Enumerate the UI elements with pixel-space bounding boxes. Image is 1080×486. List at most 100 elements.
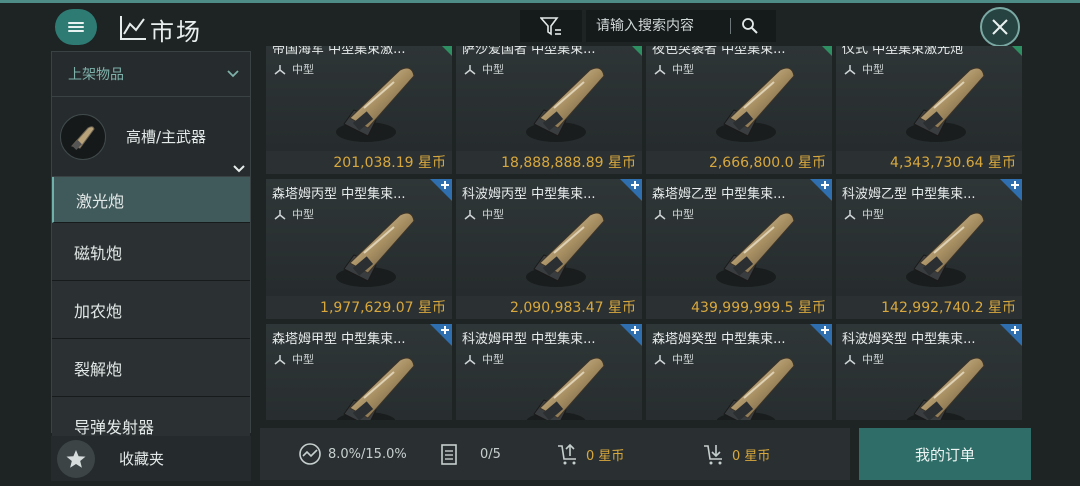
item-name: 科波姆癸型 中型集束... xyxy=(842,332,976,347)
weapon-image xyxy=(716,357,795,420)
sidebar-item-label: 加农炮 xyxy=(74,301,123,321)
item-tier: 中型 xyxy=(844,206,884,222)
sidebar-item-label: 激光炮 xyxy=(76,191,125,211)
item-card[interactable]: 萨沙爱国者 中型集束... 中型 18,888,888.89 星币 xyxy=(456,46,642,174)
item-name: 科波姆丙型 中型集束... xyxy=(462,187,596,202)
weapon-image xyxy=(526,212,605,287)
plus-badge-icon xyxy=(430,324,452,346)
sell-total: 0 星币 xyxy=(556,442,624,466)
check-badge-icon xyxy=(1012,46,1022,56)
buy-total: 0 星币 xyxy=(702,442,770,466)
item-tier-label: 中型 xyxy=(862,63,884,76)
item-card[interactable]: 森塔姆丙型 中型集束... 中型 1,977,629.07 星币 xyxy=(266,179,452,319)
item-tier: 中型 xyxy=(844,351,884,367)
item-tier: 中型 xyxy=(464,351,504,367)
page-title: 市场 xyxy=(150,18,202,46)
item-name: 森塔姆乙型 中型集束... xyxy=(652,187,786,202)
item-tier: 中型 xyxy=(274,351,314,367)
item-card[interactable]: 科波姆丙型 中型集束... 中型 2,090,983.47 星币 xyxy=(456,179,642,319)
item-price: 1,977,629.07 星币 xyxy=(320,300,446,316)
item-tier: 中型 xyxy=(274,206,314,222)
dropdown-label: 上架物品 xyxy=(68,67,124,83)
item-tier-label: 中型 xyxy=(482,353,504,366)
filter-icon xyxy=(540,17,561,36)
bottom-status-bar: 8.0%/15.0% 0/5 0 星币 0 星币 xyxy=(260,428,850,480)
tier-icon xyxy=(274,209,286,220)
item-price: 439,999,999.5 星币 xyxy=(691,300,826,316)
favorites-button[interactable]: 收藏夹 xyxy=(51,436,251,481)
item-card[interactable]: 科波姆甲型 中型集束... 中型 xyxy=(456,324,642,420)
item-tier-label: 中型 xyxy=(482,63,504,76)
close-button[interactable] xyxy=(971,4,1029,50)
item-tier-label: 中型 xyxy=(292,353,314,366)
chart-icon xyxy=(120,16,146,40)
order-count-value: 0/5 xyxy=(480,446,501,462)
tier-icon xyxy=(654,354,666,365)
item-tier-label: 中型 xyxy=(672,63,694,76)
sidebar-item-railgun[interactable]: 磁轨炮 xyxy=(52,223,250,281)
item-price: 4,343,730.64 星币 xyxy=(890,155,1016,171)
sell-value: 0 星币 xyxy=(586,448,625,464)
item-card[interactable]: 夜色突袭者 中型集束... 中型 2,666,800.0 星币 xyxy=(646,46,832,174)
weapon-image xyxy=(906,212,985,287)
search-input[interactable] xyxy=(586,18,726,34)
tier-icon xyxy=(274,354,286,365)
item-name: 森塔姆甲型 中型集束... xyxy=(272,332,406,347)
category-selector[interactable]: 高槽/主武器 xyxy=(52,97,250,177)
weapon-image xyxy=(716,212,795,287)
plus-badge-icon xyxy=(1000,324,1022,346)
top-accent-line xyxy=(0,0,1080,3)
plus-badge-icon xyxy=(1000,179,1022,201)
weapon-image xyxy=(906,357,985,420)
tier-icon xyxy=(464,209,476,220)
weapon-image xyxy=(526,357,605,420)
item-tier: 中型 xyxy=(844,61,884,77)
tier-icon xyxy=(464,354,476,365)
plus-badge-icon xyxy=(620,179,642,201)
item-tier: 中型 xyxy=(464,206,504,222)
sidebar-item-cannon[interactable]: 加农炮 xyxy=(52,281,250,339)
item-tier-label: 中型 xyxy=(862,208,884,221)
tier-icon xyxy=(844,64,856,75)
item-name: 帝国海军 中型集束激... xyxy=(272,46,406,57)
listing-type-dropdown[interactable]: 上架物品 xyxy=(52,52,250,97)
weapon-image xyxy=(336,212,415,287)
favorites-label: 收藏夹 xyxy=(119,450,165,468)
item-card[interactable]: 帝国海军 中型集束激... 中型 201,038.19 星币 xyxy=(266,46,452,174)
filter-button[interactable] xyxy=(520,10,582,42)
plus-badge-icon xyxy=(430,179,452,201)
sidebar-item-disintegrator[interactable]: 裂解炮 xyxy=(52,339,250,397)
category-label: 高槽/主武器 xyxy=(126,128,207,146)
search-icon[interactable] xyxy=(741,17,759,35)
buy-value: 0 星币 xyxy=(732,448,771,464)
tier-icon xyxy=(464,64,476,75)
item-card[interactable]: 森塔姆癸型 中型集束... 中型 xyxy=(646,324,832,420)
item-card[interactable]: 仪式 中型集束激光炮 中型 4,343,730.64 星币 xyxy=(836,46,1022,174)
item-tier-label: 中型 xyxy=(672,208,694,221)
item-card[interactable]: 科波姆癸型 中型集束... 中型 xyxy=(836,324,1022,420)
weapon-icon xyxy=(60,113,106,160)
item-price: 201,038.19 星币 xyxy=(333,155,446,171)
item-grid: 帝国海军 中型集束激... 中型 201,038.19 星币 萨沙爱国者 中型集束..… xyxy=(260,46,1030,420)
check-badge-icon xyxy=(632,46,642,56)
clipboard-icon xyxy=(441,444,457,465)
item-card[interactable]: 科波姆乙型 中型集束... 中型 142,992,740.2 星币 xyxy=(836,179,1022,319)
menu-button[interactable] xyxy=(55,9,97,45)
item-tier-label: 中型 xyxy=(292,63,314,76)
my-orders-button[interactable]: 我的订单 xyxy=(859,428,1031,480)
item-tier: 中型 xyxy=(274,61,314,77)
item-name: 森塔姆丙型 中型集束... xyxy=(272,187,406,202)
search-box xyxy=(586,10,776,42)
weapon-image xyxy=(336,67,415,142)
item-card[interactable]: 森塔姆甲型 中型集束... 中型 xyxy=(266,324,452,420)
item-tier: 中型 xyxy=(654,206,694,222)
category-sidebar: 上架物品 高槽/主武器 激光炮 磁轨炮 加农炮 裂解炮 导弹发射器 xyxy=(51,51,251,455)
tier-icon xyxy=(654,64,666,75)
my-orders-label: 我的订单 xyxy=(914,445,975,464)
order-count: 0/5 xyxy=(440,442,501,466)
check-badge-icon xyxy=(822,46,832,56)
weapon-image xyxy=(336,357,415,420)
item-name: 夜色突袭者 中型集束... xyxy=(652,46,786,57)
sidebar-item-laser[interactable]: 激光炮 xyxy=(52,177,250,223)
item-card[interactable]: 森塔姆乙型 中型集束... 中型 439,999,999.5 星币 xyxy=(646,179,832,319)
